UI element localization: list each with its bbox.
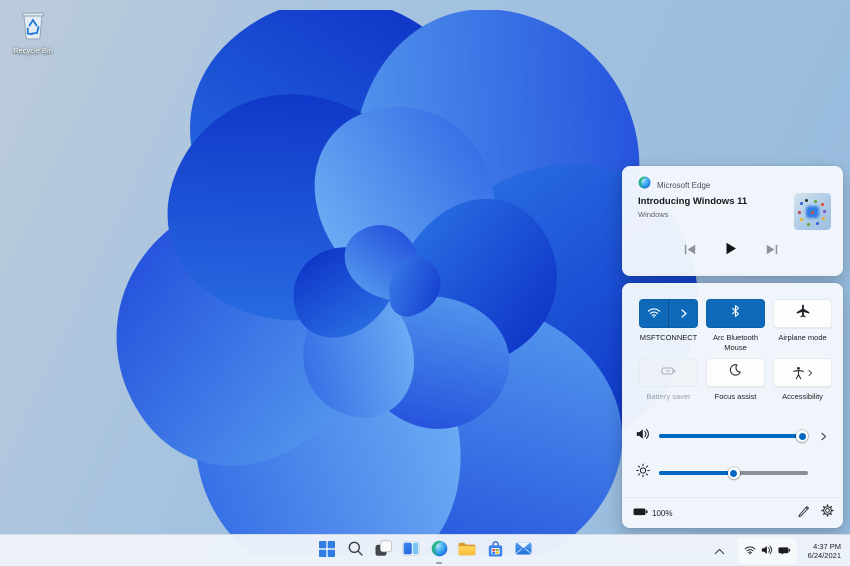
edge-icon (638, 176, 651, 194)
battery-saver-tile-label: Battery saver (639, 387, 698, 413)
edit-quick-settings-button[interactable] (793, 503, 813, 523)
quick-settings-panel: MSFTCONNECT Arc Bluetooth Mouse Airplane… (622, 283, 843, 528)
edge-browser-button[interactable] (427, 538, 451, 564)
wifi-flyout-button[interactable] (669, 299, 698, 328)
chevron-up-icon (714, 542, 725, 560)
recycle-bin[interactable]: Recycle Bin (2, 8, 64, 55)
wifi-toggle[interactable] (639, 299, 669, 328)
focus-assist-tile-label: Focus assist (706, 387, 765, 413)
recycle-bin-icon (18, 27, 48, 44)
brightness-slider-thumb[interactable] (728, 467, 740, 479)
gear-icon (821, 504, 834, 522)
file-explorer-button[interactable] (455, 538, 479, 564)
battery-percent-label: 100% (652, 509, 672, 518)
media-playback-card: Microsoft Edge Introducing Windows 11 Wi… (622, 166, 843, 276)
previous-track-button[interactable] (678, 240, 702, 262)
battery-status[interactable]: 100% (633, 504, 672, 522)
accessibility-tile-label: Accessibility (773, 387, 832, 413)
volume-flyout-button[interactable] (816, 428, 832, 444)
microsoft-store-icon (487, 541, 504, 562)
wifi-tile-label: MSFTCONNECT (639, 328, 698, 358)
brightness-slider[interactable] (659, 471, 808, 474)
battery-saver-tile (639, 358, 698, 387)
edge-browser-icon (431, 540, 448, 562)
play-icon (725, 242, 737, 260)
battery-status-icon (778, 542, 791, 560)
widgets-icon (402, 541, 420, 561)
clock-date: 6/24/2021 (808, 551, 841, 561)
media-thumbnail (794, 193, 831, 230)
start-button[interactable] (315, 538, 339, 564)
mail-button[interactable] (511, 538, 535, 564)
previous-track-icon (684, 242, 696, 260)
media-title: Introducing Windows 11 (638, 196, 747, 207)
wifi-icon (647, 305, 661, 323)
file-explorer-icon (458, 542, 476, 561)
settings-button[interactable] (817, 503, 837, 523)
task-view-icon (375, 540, 392, 562)
search-icon (348, 541, 363, 561)
play-button[interactable] (719, 240, 743, 262)
airplane-mode-tile-label: Airplane mode (773, 328, 832, 358)
recycle-bin-label: Recycle Bin (2, 46, 64, 55)
bluetooth-tile-label: Arc Bluetooth Mouse (706, 328, 765, 358)
clock[interactable]: 4:37 PM 6/24/2021 (803, 539, 846, 564)
bluetooth-icon (730, 304, 741, 323)
accessibility-icon (792, 366, 813, 380)
volume-slider-thumb[interactable] (796, 430, 808, 442)
search-button[interactable] (343, 538, 367, 564)
volume-slider[interactable] (659, 434, 808, 437)
focus-assist-icon (729, 363, 742, 382)
store-button[interactable] (483, 538, 507, 564)
airplane-mode-tile[interactable] (773, 299, 832, 328)
widgets-button[interactable] (399, 538, 423, 564)
pencil-icon (797, 504, 810, 522)
brightness-icon (636, 464, 650, 483)
focus-assist-tile[interactable] (706, 358, 765, 387)
tray-overflow-button[interactable] (710, 539, 730, 563)
next-track-icon (766, 242, 778, 260)
clock-time: 4:37 PM (808, 542, 841, 552)
mail-icon (515, 542, 532, 560)
taskbar: 4:37 PM 6/24/2021 (0, 534, 850, 566)
airplane-icon (796, 304, 810, 323)
volume-icon (636, 427, 650, 445)
windows-start-icon (319, 541, 335, 562)
battery-icon (633, 504, 648, 522)
chevron-right-icon (681, 305, 687, 323)
media-subtitle: Windows (638, 210, 668, 219)
bluetooth-tile[interactable] (706, 299, 765, 328)
wifi-tile[interactable] (639, 299, 698, 328)
wifi-status-icon (744, 542, 756, 560)
quick-settings-tray-button[interactable] (738, 538, 797, 564)
media-app-name: Microsoft Edge (657, 181, 710, 190)
accessibility-tile[interactable] (773, 358, 832, 387)
battery-saver-icon (661, 364, 676, 382)
task-view-button[interactable] (371, 538, 395, 564)
volume-status-icon (761, 542, 773, 560)
next-track-button[interactable] (760, 240, 784, 262)
windows-bloom-wallpaper (55, 10, 715, 555)
running-app-indicator (436, 562, 442, 564)
